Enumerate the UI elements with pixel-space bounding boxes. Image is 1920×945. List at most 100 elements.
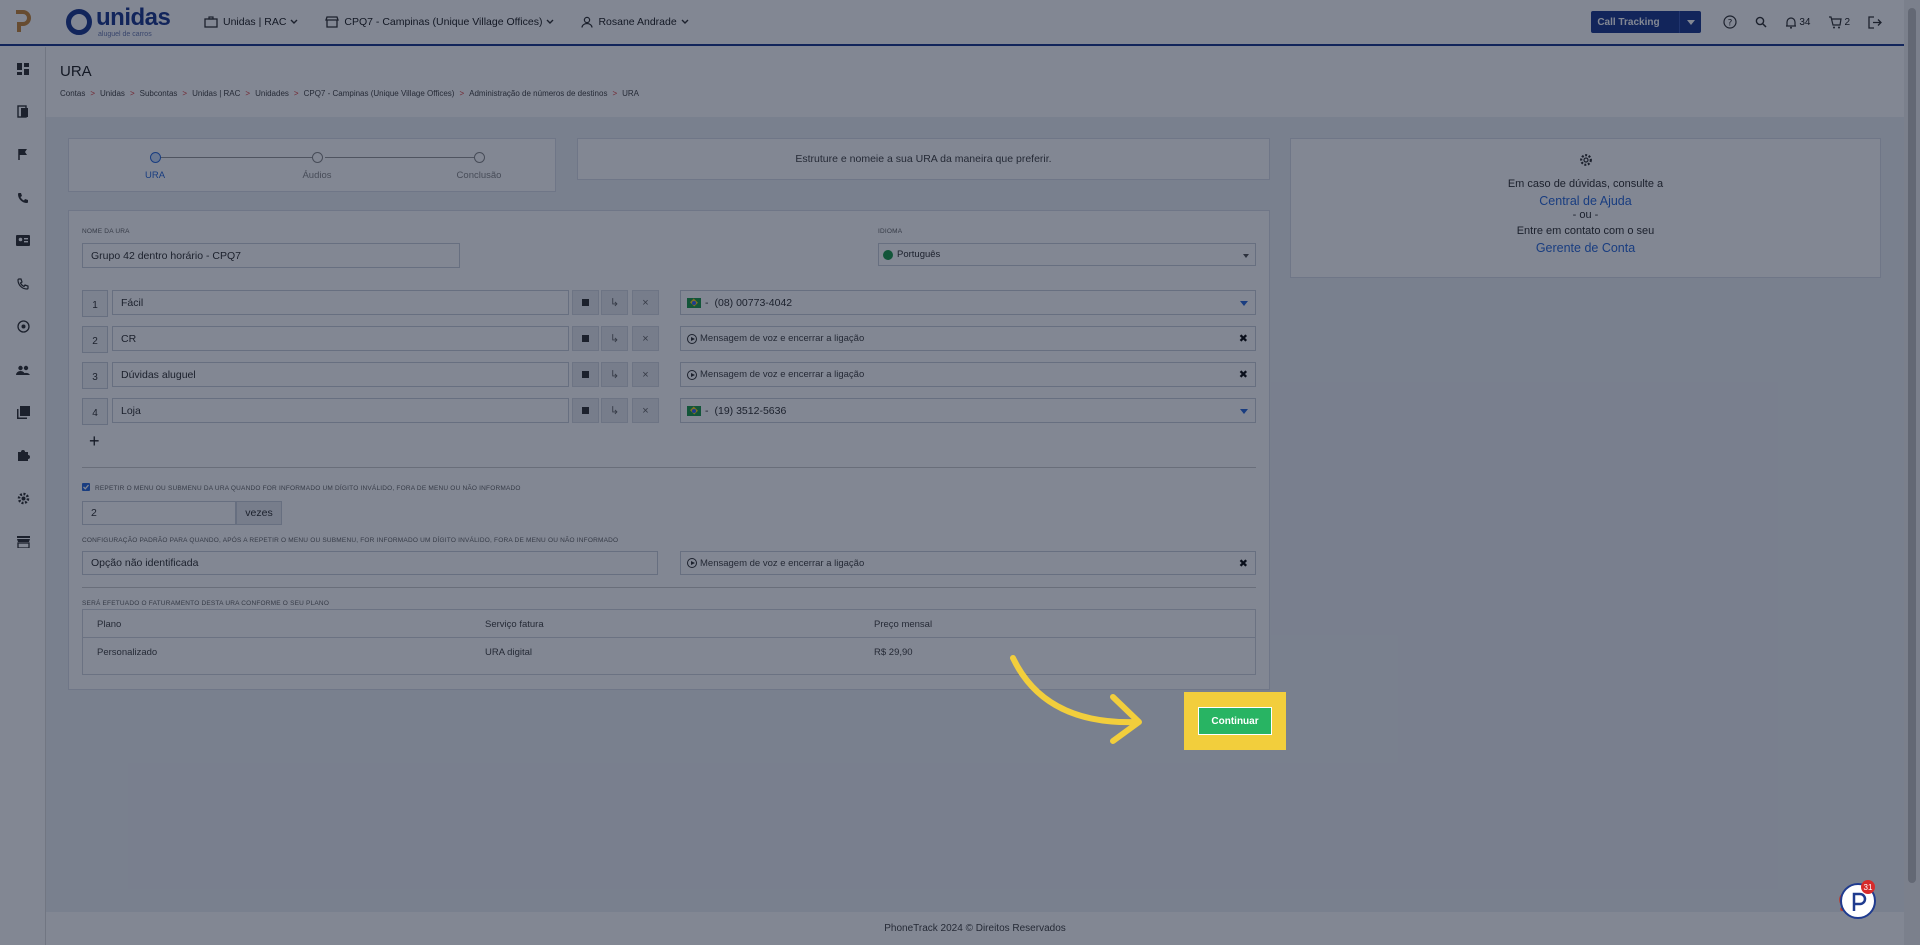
audio-button[interactable] [572, 362, 599, 387]
divider [82, 467, 1256, 468]
default-destination-select[interactable]: Mensagem de voz e encerrar a ligação ✖ [680, 551, 1256, 575]
breadcrumb-item[interactable]: Administração de números de destinos [469, 89, 607, 98]
repeat-count-input[interactable]: 2 [82, 501, 236, 525]
submenu-arrow-icon: ↳ [609, 369, 620, 381]
close-icon: × [642, 332, 649, 345]
phone-icon[interactable] [0, 176, 46, 219]
contact-card-icon[interactable] [0, 219, 46, 262]
breadcrumb-item[interactable]: Unidades [255, 89, 289, 98]
call-tracking-label: Call Tracking [1597, 16, 1660, 28]
unit-label: CPQ7 - Campinas (Unique Village Offices) [344, 16, 543, 28]
logout-icon[interactable] [1868, 15, 1882, 29]
highlight-frame: Continuar [1184, 692, 1286, 750]
billing-header: Plano [97, 619, 122, 630]
chevron-down-icon [681, 19, 689, 24]
briefcase-icon [204, 16, 218, 28]
play-icon [687, 369, 697, 380]
account-selector[interactable]: Unidas | RAC [204, 16, 303, 28]
notifications-button[interactable]: 34 [1785, 16, 1810, 29]
scrollbar-thumb[interactable] [1908, 8, 1916, 883]
search-icon[interactable] [1755, 16, 1767, 28]
option-destination-select[interactable]: Mensagem de voz e encerrar a ligação ✖ [680, 326, 1256, 351]
audio-button[interactable] [572, 326, 599, 351]
user-menu[interactable]: Rosane Andrade [581, 16, 693, 28]
continue-button[interactable]: Continuar [1198, 707, 1272, 735]
shop-icon[interactable] [0, 520, 46, 563]
default-option-input[interactable]: Opção não identificada [82, 551, 658, 575]
option-label-input[interactable]: Fácil [112, 290, 569, 315]
option-destination-select[interactable]: Mensagem de voz e encerrar a ligação ✖ [680, 362, 1256, 387]
bell-icon [1786, 16, 1797, 29]
flag-icon[interactable] [0, 133, 46, 176]
chevron-down-icon [546, 19, 554, 24]
stepper: URA Áudios Conclusão [68, 138, 556, 192]
unit-selector[interactable]: CPQ7 - Campinas (Unique Village Offices) [325, 16, 559, 28]
audio-button[interactable] [572, 290, 599, 315]
repeat-checkbox[interactable] [82, 483, 90, 491]
step-label-conclusao: Conclusão [456, 170, 502, 181]
clear-icon[interactable]: ✖ [1239, 368, 1248, 381]
remove-option-button[interactable]: × [632, 398, 659, 423]
option-label-input[interactable]: Loja [112, 398, 569, 423]
option-destination-value: Mensagem de voz e encerrar a ligação [700, 333, 865, 344]
option-label-input[interactable]: Dúvidas aluguel [112, 362, 569, 387]
account-label: Unidas | RAC [223, 16, 287, 28]
breadcrumb-item[interactable]: CPQ7 - Campinas (Unique Village Offices) [304, 89, 455, 98]
users-icon[interactable] [0, 348, 46, 391]
submenu-button[interactable]: ↳ [601, 362, 628, 387]
option-destination-select[interactable]: - (19) 3512-5636 [680, 398, 1256, 423]
ura-name-input[interactable]: Grupo 42 dentro horário - CPQ7 [82, 243, 460, 268]
account-manager-link[interactable]: Gerente de Conta [1291, 240, 1880, 256]
puzzle-icon[interactable] [0, 434, 46, 477]
breadcrumb-item[interactable]: Subcontas [140, 89, 178, 98]
target-icon[interactable] [0, 305, 46, 348]
breadcrumb-item[interactable]: Unidas [100, 89, 125, 98]
option-label-value: Loja [121, 404, 141, 417]
breadcrumb-separator: > [129, 89, 135, 98]
gear-icon[interactable] [0, 477, 46, 520]
help-center-link[interactable]: Central de Ajuda [1291, 193, 1880, 209]
gear-icon [1291, 153, 1880, 170]
brazil-flag-icon [687, 297, 701, 308]
breadcrumb-item[interactable]: Unidas | RAC [192, 89, 240, 98]
step-connector [325, 157, 484, 158]
library-icon[interactable] [0, 391, 46, 434]
billing-label: SERÁ EFETUADO O FATURAMENTO DESTA URA CO… [82, 600, 330, 607]
submenu-button[interactable]: ↳ [601, 398, 628, 423]
caret-down-icon[interactable] [1679, 11, 1701, 33]
scrollbar[interactable] [1904, 0, 1920, 945]
cart-button[interactable]: 2 [1828, 15, 1850, 29]
submenu-button[interactable]: ↳ [601, 290, 628, 315]
language-select[interactable]: Português [878, 243, 1256, 266]
breadcrumb-separator: > [293, 89, 299, 98]
cart-count: 2 [1844, 16, 1850, 28]
brazil-flag-icon [883, 249, 893, 260]
audio-button[interactable] [572, 398, 599, 423]
step-dot-audios [312, 152, 323, 163]
help-text-2: Entre em contato com o seu [1516, 225, 1655, 237]
remove-option-button[interactable]: × [632, 362, 659, 387]
submenu-arrow-icon: ↳ [609, 333, 620, 345]
call-tracking-button[interactable]: Call Tracking [1591, 11, 1702, 33]
check-icon [83, 484, 89, 490]
user-name: Rosane Andrade [598, 16, 677, 28]
option-label-input[interactable]: CR [112, 326, 569, 351]
phonetrack-logo-icon[interactable] [0, 0, 46, 45]
clear-icon[interactable]: ✖ [1239, 332, 1248, 345]
option-destination-select[interactable]: - (08) 00773-4042 [680, 290, 1256, 315]
remove-option-button[interactable]: × [632, 326, 659, 351]
annotation-arrow-icon [1010, 655, 1142, 744]
help-icon[interactable]: ? [1723, 15, 1737, 29]
clear-icon[interactable]: ✖ [1239, 557, 1248, 570]
submenu-button[interactable]: ↳ [601, 326, 628, 351]
documents-icon[interactable] [0, 90, 46, 133]
brand-logo[interactable]: unidas aluguel de carros [66, 6, 186, 38]
breadcrumb-separator: > [245, 89, 251, 98]
remove-option-button[interactable]: × [632, 290, 659, 315]
user-icon [581, 16, 594, 28]
call-icon[interactable] [0, 262, 46, 305]
brand-name: unidas [96, 4, 171, 31]
breadcrumb-item[interactable]: Contas [60, 89, 85, 98]
add-option-button[interactable]: + [89, 431, 100, 452]
dashboard-icon[interactable] [0, 47, 46, 90]
